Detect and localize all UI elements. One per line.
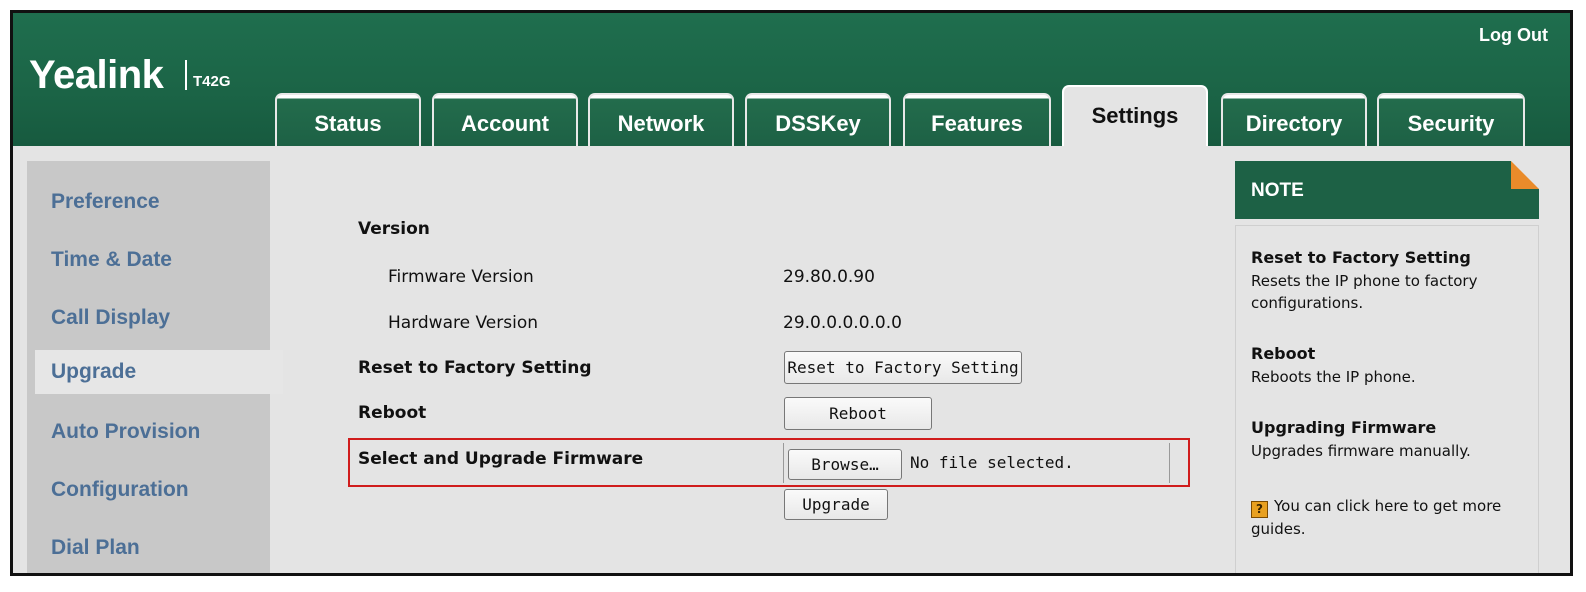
upgrade-firmware-label: Select and Upgrade Firmware [358,449,644,469]
tab-label: Network [617,110,705,136]
reboot-label: Reboot [358,403,427,423]
sidebar-item-configuration[interactable]: Configuration [13,468,256,512]
tab-features[interactable]: Features [903,93,1051,146]
sidebar-item-call-display[interactable]: Call Display [13,296,256,340]
note-reboot-text: Reboots the IP phone. [1251,368,1416,386]
tab-security[interactable]: Security [1377,93,1525,146]
tab-status[interactable]: Status [275,93,421,146]
note-header: NOTE [1235,161,1539,219]
note-guide-link[interactable]: ? You can click here to get more guides. [1251,495,1536,540]
sidebar-item-time-date[interactable]: Time & Date [13,238,256,282]
header-bar: Yealink T42G Log Out Status Account Netw… [13,13,1570,146]
reboot-button[interactable]: Reboot [784,397,932,430]
note-corner-fold [1511,161,1539,189]
firmware-version-label: Firmware Version [388,267,534,287]
guide-info-icon: ? [1251,501,1268,518]
guide-text: You can click here to get more guides. [1251,497,1502,538]
version-heading: Version [358,219,430,239]
upgrade-button[interactable]: Upgrade [784,489,888,520]
note-heading: NOTE [1251,180,1304,201]
firmware-version-value: 29.80.0.90 [783,267,875,287]
note-reset-title: Reset to Factory Setting [1251,248,1471,267]
note-upgrade-title: Upgrading Firmware [1251,418,1437,437]
reset-label: Reset to Factory Setting [358,358,592,378]
logo-separator [185,60,187,90]
reset-factory-button[interactable]: Reset to Factory Setting [784,351,1022,384]
tab-settings[interactable]: Settings [1062,85,1208,146]
brand-logo: Yealink [29,53,164,97]
browser-frame: Yealink T42G Log Out Status Account Netw… [10,10,1573,576]
note-reboot-title: Reboot [1251,344,1316,363]
logout-link[interactable]: Log Out [1479,25,1548,46]
tab-label: Settings [1091,103,1179,128]
hardware-version-value: 29.0.0.0.0.0.0 [783,313,902,333]
tab-label: DSSKey [775,110,861,136]
tab-network[interactable]: Network [588,93,734,146]
file-status-text: No file selected. [910,453,1074,472]
tab-account[interactable]: Account [432,93,578,146]
tab-label: Directory [1245,110,1343,136]
sidebar-item-auto-provision[interactable]: Auto Provision [13,410,256,454]
sidebar-item-preference[interactable]: Preference [13,180,256,224]
hardware-version-label: Hardware Version [388,313,538,333]
tab-label: Security [1407,110,1495,136]
browse-button[interactable]: Browse… [788,449,902,480]
tab-label: Account [461,110,549,136]
sidebar-item-dial-plan[interactable]: Dial Plan [13,526,256,570]
note-reset-text: Resets the IP phone to factory configura… [1251,272,1478,312]
sidebar-item-upgrade[interactable]: Upgrade [35,350,283,394]
model-label: T42G [193,73,231,90]
tab-label: Features [931,110,1023,136]
tab-directory[interactable]: Directory [1221,93,1367,146]
tab-label: Status [314,110,382,136]
note-upgrade-text: Upgrades firmware manually. [1251,442,1471,460]
tab-dsskey[interactable]: DSSKey [745,93,891,146]
